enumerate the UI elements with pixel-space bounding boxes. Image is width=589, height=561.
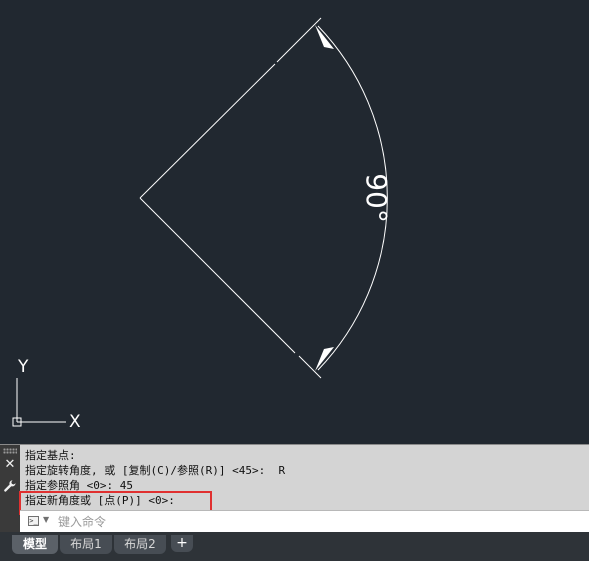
drawing-line-lower[interactable] [139,197,296,354]
command-input[interactable] [58,513,578,530]
dimension-extension-upper [276,17,322,63]
tab-model[interactable]: 模型 [12,535,58,554]
chevron-down-icon[interactable]: ▼ [43,515,49,524]
dimension-angle-label: 90° [360,173,393,223]
ucs-x-label: X [69,412,81,432]
command-history: 指定基点: 指定旋转角度, 或 [复制(C)/参照(R)] <45>: R 指定… [25,448,585,508]
tab-layout1[interactable]: 布局1 [60,535,112,554]
command-panel-gutter[interactable]: ✕ [0,445,20,533]
dimension-arrow-bottom [315,347,334,371]
tab-layout2[interactable]: 布局2 [114,535,166,554]
wrench-icon[interactable] [3,479,17,493]
command-input-row: >_ ▼ [20,510,589,533]
layout-tab-bar: 模型 布局1 布局2 + [0,532,589,561]
command-history-line: 指定参照角 <0>: 45 [25,479,133,492]
ucs-icon: Y X [12,357,81,432]
command-prompt-icon[interactable]: >_ [28,516,39,526]
add-layout-button[interactable]: + [171,535,193,552]
command-current-prompt: 指定新角度或 [点(P)] <0>: [25,494,175,507]
command-history-line: 指定旋转角度, 或 [复制(C)/参照(R)] <45>: R [25,464,286,477]
ucs-y-label: Y [17,357,29,377]
command-history-line: 指定基点: [25,449,76,462]
drawing-line-upper[interactable] [139,63,276,199]
grip-handle-icon[interactable] [3,448,17,454]
dimension-arrow-top [315,25,334,49]
drawing-canvas[interactable]: 90° Y X [0,0,589,444]
close-icon[interactable]: ✕ [4,458,16,471]
